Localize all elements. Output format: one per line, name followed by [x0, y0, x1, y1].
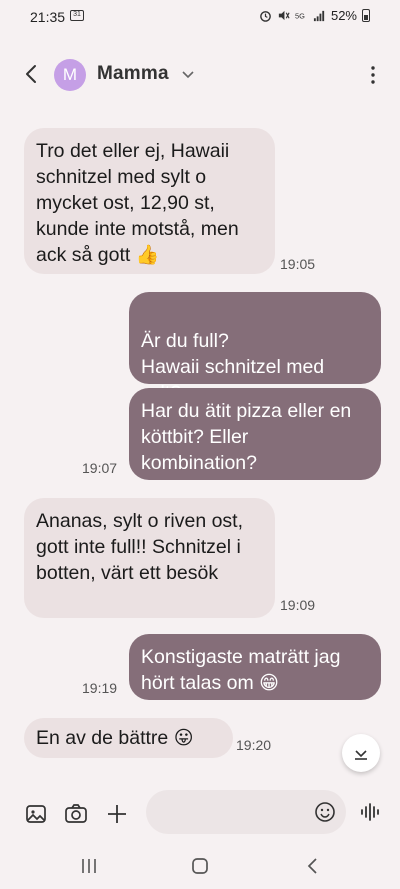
camera-icon[interactable] [64, 802, 88, 826]
status-icons: 5G 52% [259, 8, 370, 23]
message-bubble-outgoing[interactable]: Har du ätit pizza eller en köttbit? Elle… [129, 388, 381, 480]
status-bar: 21:35 31 5G 52% [0, 0, 400, 34]
message-bubble-incoming[interactable]: En av de bättre 😛 [24, 718, 233, 758]
message-text: Ananas, sylt o riven ost, gott inte full… [36, 510, 244, 584]
message-input-field[interactable] [146, 790, 346, 834]
message-bubble-outgoing[interactable]: Konstigaste maträtt jag hört talas om 😁 [129, 634, 381, 700]
voice-record-button[interactable] [350, 790, 390, 834]
back-nav-icon[interactable] [302, 855, 324, 877]
svg-text:5G: 5G [295, 11, 305, 20]
message-input-bar [0, 790, 400, 840]
home-icon[interactable] [189, 855, 211, 877]
conversation-header: M Mamma [0, 50, 400, 100]
thumbs-up-emoji: 👍 [135, 244, 160, 266]
message-timestamp: 19:20 [236, 737, 272, 753]
chevron-down-icon[interactable] [181, 67, 195, 81]
grinning-emoji: 😁 [259, 672, 279, 694]
message-text: En av de bättre [36, 727, 169, 749]
status-time: 21:35 [30, 9, 66, 25]
avatar[interactable]: M [54, 59, 86, 91]
message-timestamp: 19:05 [280, 256, 316, 272]
message-text: Har du ätit pizza eller en köttbit? Elle… [141, 400, 352, 474]
system-navigation-bar [0, 845, 400, 889]
message-bubble-incoming[interactable]: Ananas, sylt o riven ost, gott inte full… [24, 498, 275, 618]
alarm-icon [260, 11, 271, 22]
emoji-icon[interactable] [314, 801, 336, 823]
add-attachment-icon[interactable] [105, 802, 129, 826]
5g-icon: 5G [295, 11, 305, 20]
message-timestamp: 19:19 [82, 680, 118, 696]
battery-percent: 52% [330, 8, 357, 23]
recent-apps-icon[interactable] [78, 855, 100, 877]
calendar-notification-icon: 31 [70, 10, 84, 21]
voice-wave-icon [361, 803, 379, 821]
scroll-to-bottom-button[interactable] [342, 734, 380, 772]
message-bubble-outgoing[interactable]: Är du full? Hawaii schnitzel med sylt? 🤣 [129, 292, 381, 430]
signal-icon [313, 10, 325, 22]
tongue-out-emoji: 😛 [173, 727, 194, 749]
contact-name[interactable]: Mamma [97, 63, 169, 85]
more-options-icon[interactable] [366, 64, 380, 86]
chevron-down-icon [355, 750, 367, 760]
message-timestamp: 19:07 [82, 460, 118, 476]
message-text: Konstigaste maträtt jag hört talas om [141, 646, 341, 694]
back-arrow-icon[interactable] [20, 62, 44, 86]
gallery-icon[interactable] [24, 802, 48, 826]
mute-icon [278, 10, 290, 21]
battery-icon [362, 9, 370, 22]
message-timestamp: 19:09 [280, 597, 316, 613]
message-bubble-incoming[interactable]: Tro det eller ej, Hawaii schnitzel med s… [24, 128, 275, 274]
